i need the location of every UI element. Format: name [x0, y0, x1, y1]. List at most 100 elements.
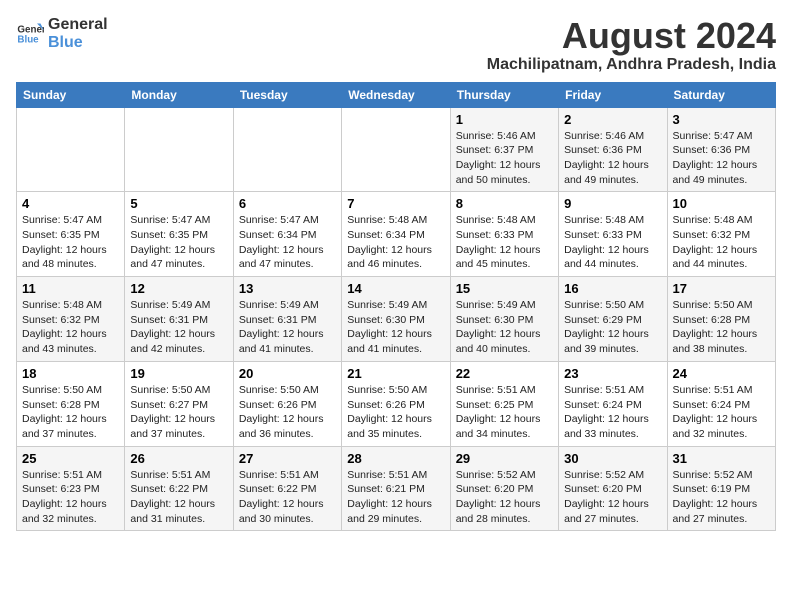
day-cell-28: 28Sunrise: 5:51 AM Sunset: 6:21 PM Dayli… — [342, 446, 450, 531]
day-number: 3 — [673, 112, 770, 127]
day-details: Sunrise: 5:52 AM Sunset: 6:19 PM Dayligh… — [673, 468, 770, 527]
day-cell-19: 19 Sunrise: 5:50 AM Sunset: 6:27 PM Dayli… — [125, 361, 233, 446]
day-cell-14: 14 Sunrise: 5:49 AM Sunset: 6:30 PM Dayli… — [342, 277, 450, 362]
day-number: 23 — [564, 366, 661, 381]
day-number: 12 — [130, 281, 227, 296]
empty-cell — [125, 107, 233, 192]
calendar-week-2: 4 Sunrise: 5:47 AM Sunset: 6:35 PM Daylig… — [17, 192, 776, 277]
day-cell-6: 6 Sunrise: 5:47 AM Sunset: 6:34 PM Daylig… — [233, 192, 341, 277]
day-details: Sunrise: 5:50 AM Sunset: 6:27 PM Dayligh… — [130, 383, 227, 442]
day-number: 2 — [564, 112, 661, 127]
day-details: Sunrise: 5:48 AM Sunset: 6:33 PM Dayligh… — [564, 213, 661, 272]
day-cell-27: 27 Sunrise: 5:51 AM Sunset: 6:22 PM Dayli… — [233, 446, 341, 531]
day-number: 10 — [673, 196, 770, 211]
day-cell-29: 29 Sunrise: 5:52 AM Sunset: 6:20 PM Dayli… — [450, 446, 558, 531]
col-header-wednesday: Wednesday — [342, 82, 450, 107]
day-number: 13 — [239, 281, 336, 296]
day-details: Sunrise: 5:51 AM Sunset: 6:22 PM Dayligh… — [239, 468, 336, 527]
day-number: 17 — [673, 281, 770, 296]
col-header-thursday: Thursday — [450, 82, 558, 107]
location-subtitle: Machilipatnam, Andhra Pradesh, India — [487, 56, 776, 74]
svg-text:Blue: Blue — [17, 34, 39, 45]
col-header-sunday: Sunday — [17, 82, 125, 107]
day-cell-13: 13 Sunrise: 5:49 AM Sunset: 6:31 PM Dayli… — [233, 277, 341, 362]
day-cell-25: 25 Sunrise: 5:51 AM Sunset: 6:23 PM Dayli… — [17, 446, 125, 531]
day-details: Sunrise: 5:47 AM Sunset: 6:34 PM Dayligh… — [239, 213, 336, 272]
day-details: Sunrise: 5:51 AM Sunset: 6:24 PM Dayligh… — [564, 383, 661, 442]
day-number: 21 — [347, 366, 444, 381]
day-details: Sunrise: 5:51 AM Sunset: 6:22 PM Dayligh… — [130, 468, 227, 527]
day-number: 14 — [347, 281, 444, 296]
calendar-table: SundayMondayTuesdayWednesdayThursdayFrid… — [16, 82, 776, 532]
day-details: Sunrise: 5:47 AM Sunset: 6:36 PM Dayligh… — [673, 129, 770, 188]
day-number: 29 — [456, 451, 553, 466]
logo-icon: General Blue — [16, 20, 44, 48]
day-number: 5 — [130, 196, 227, 211]
day-cell-23: 23 Sunrise: 5:51 AM Sunset: 6:24 PM Dayli… — [559, 361, 667, 446]
day-details: Sunrise: 5:46 AM Sunset: 6:36 PM Dayligh… — [564, 129, 661, 188]
empty-cell — [233, 107, 341, 192]
day-cell-31: 31 Sunrise: 5:52 AM Sunset: 6:19 PM Dayli… — [667, 446, 775, 531]
day-details: Sunrise: 5:51 AM Sunset: 6:24 PM Dayligh… — [673, 383, 770, 442]
day-number: 30 — [564, 451, 661, 466]
day-cell-17: 17 Sunrise: 5:50 AM Sunset: 6:28 PM Dayli… — [667, 277, 775, 362]
col-header-tuesday: Tuesday — [233, 82, 341, 107]
day-details: Sunrise: 5:47 AM Sunset: 6:35 PM Dayligh… — [22, 213, 119, 272]
calendar-week-1: 1Sunrise: 5:46 AM Sunset: 6:37 PM Daylig… — [17, 107, 776, 192]
day-number: 11 — [22, 281, 119, 296]
day-cell-7: 7 Sunrise: 5:48 AM Sunset: 6:34 PM Daylig… — [342, 192, 450, 277]
day-number: 19 — [130, 366, 227, 381]
day-details: Sunrise: 5:49 AM Sunset: 6:30 PM Dayligh… — [456, 298, 553, 357]
calendar-week-5: 25 Sunrise: 5:51 AM Sunset: 6:23 PM Dayli… — [17, 446, 776, 531]
empty-cell — [342, 107, 450, 192]
day-number: 25 — [22, 451, 119, 466]
day-details: Sunrise: 5:49 AM Sunset: 6:31 PM Dayligh… — [130, 298, 227, 357]
day-details: Sunrise: 5:49 AM Sunset: 6:31 PM Dayligh… — [239, 298, 336, 357]
day-number: 20 — [239, 366, 336, 381]
day-cell-18: 18 Sunrise: 5:50 AM Sunset: 6:28 PM Dayli… — [17, 361, 125, 446]
day-cell-20: 20 Sunrise: 5:50 AM Sunset: 6:26 PM Dayli… — [233, 361, 341, 446]
day-details: Sunrise: 5:50 AM Sunset: 6:28 PM Dayligh… — [22, 383, 119, 442]
page-header: General Blue General Blue August 2024 Ma… — [16, 16, 776, 74]
logo-line2: Blue — [48, 34, 108, 52]
col-header-friday: Friday — [559, 82, 667, 107]
day-details: Sunrise: 5:48 AM Sunset: 6:34 PM Dayligh… — [347, 213, 444, 272]
day-cell-2: 2 Sunrise: 5:46 AM Sunset: 6:36 PM Daylig… — [559, 107, 667, 192]
day-details: Sunrise: 5:49 AM Sunset: 6:30 PM Dayligh… — [347, 298, 444, 357]
day-cell-22: 22Sunrise: 5:51 AM Sunset: 6:25 PM Dayli… — [450, 361, 558, 446]
day-cell-11: 11Sunrise: 5:48 AM Sunset: 6:32 PM Dayli… — [17, 277, 125, 362]
day-number: 27 — [239, 451, 336, 466]
day-details: Sunrise: 5:51 AM Sunset: 6:25 PM Dayligh… — [456, 383, 553, 442]
day-cell-9: 9Sunrise: 5:48 AM Sunset: 6:33 PM Daylig… — [559, 192, 667, 277]
day-cell-24: 24 Sunrise: 5:51 AM Sunset: 6:24 PM Dayli… — [667, 361, 775, 446]
logo-line1: General — [48, 16, 108, 34]
day-details: Sunrise: 5:50 AM Sunset: 6:26 PM Dayligh… — [239, 383, 336, 442]
day-number: 16 — [564, 281, 661, 296]
day-cell-26: 26 Sunrise: 5:51 AM Sunset: 6:22 PM Dayli… — [125, 446, 233, 531]
day-number: 28 — [347, 451, 444, 466]
day-number: 31 — [673, 451, 770, 466]
day-number: 6 — [239, 196, 336, 211]
day-number: 4 — [22, 196, 119, 211]
day-cell-1: 1Sunrise: 5:46 AM Sunset: 6:37 PM Daylig… — [450, 107, 558, 192]
calendar-week-4: 18 Sunrise: 5:50 AM Sunset: 6:28 PM Dayli… — [17, 361, 776, 446]
day-number: 15 — [456, 281, 553, 296]
day-number: 1 — [456, 112, 553, 127]
day-number: 7 — [347, 196, 444, 211]
day-cell-3: 3 Sunrise: 5:47 AM Sunset: 6:36 PM Daylig… — [667, 107, 775, 192]
day-cell-12: 12 Sunrise: 5:49 AM Sunset: 6:31 PM Dayli… — [125, 277, 233, 362]
empty-cell — [17, 107, 125, 192]
day-details: Sunrise: 5:51 AM Sunset: 6:23 PM Dayligh… — [22, 468, 119, 527]
day-number: 26 — [130, 451, 227, 466]
day-details: Sunrise: 5:52 AM Sunset: 6:20 PM Dayligh… — [564, 468, 661, 527]
day-details: Sunrise: 5:50 AM Sunset: 6:28 PM Dayligh… — [673, 298, 770, 357]
col-header-monday: Monday — [125, 82, 233, 107]
day-cell-10: 10Sunrise: 5:48 AM Sunset: 6:32 PM Dayli… — [667, 192, 775, 277]
day-cell-5: 5Sunrise: 5:47 AM Sunset: 6:35 PM Daylig… — [125, 192, 233, 277]
day-details: Sunrise: 5:50 AM Sunset: 6:29 PM Dayligh… — [564, 298, 661, 357]
day-details: Sunrise: 5:52 AM Sunset: 6:20 PM Dayligh… — [456, 468, 553, 527]
day-number: 18 — [22, 366, 119, 381]
day-details: Sunrise: 5:48 AM Sunset: 6:33 PM Dayligh… — [456, 213, 553, 272]
day-cell-4: 4 Sunrise: 5:47 AM Sunset: 6:35 PM Daylig… — [17, 192, 125, 277]
day-number: 24 — [673, 366, 770, 381]
